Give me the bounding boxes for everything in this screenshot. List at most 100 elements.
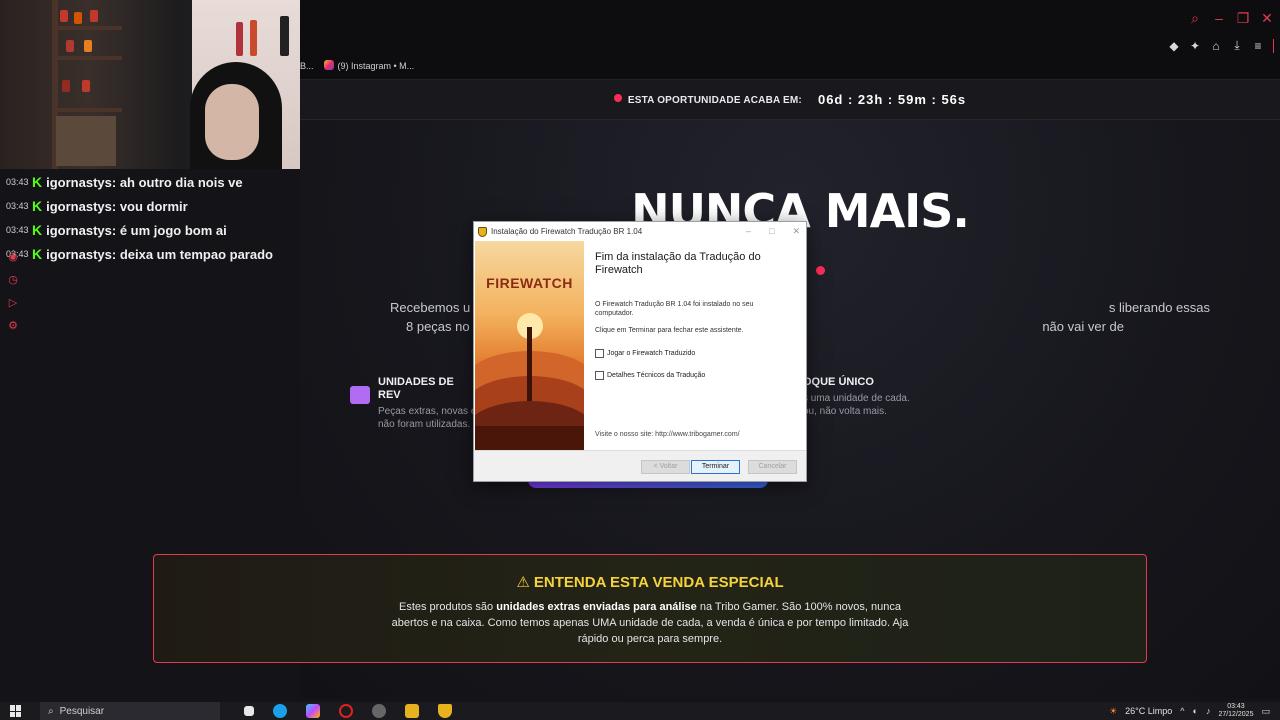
minimize-icon[interactable]: –	[1212, 10, 1226, 27]
chat-time: 03:43	[6, 177, 29, 187]
system-tray: ☀ 26°C Limpo ^ ◐ ♪ 03:43 27/12/2025 ▭	[1109, 702, 1270, 720]
live-dot-icon	[613, 93, 622, 102]
website-link[interactable]: Visite o nosso site: http://www.tribogam…	[595, 431, 740, 438]
tech-details-checkbox[interactable]: Detalhes Técnicos da Tradução	[595, 371, 705, 380]
shelf	[52, 108, 122, 112]
menu-icon[interactable]: ≡	[1252, 39, 1264, 53]
chat-user: igornastys	[46, 246, 112, 262]
chat-user: igornastys	[46, 198, 112, 214]
sidebar-settings-icon[interactable]: ⚙	[8, 319, 18, 332]
feature-text: s uma unidade de cada.	[803, 393, 910, 404]
windows-taskbar: ⌕ Pesquisar ☀ 26°C Limpo ^ ◐ ♪ 03:43 27/…	[0, 702, 1280, 720]
firewatch-artwork: FIREWATCH	[475, 241, 584, 450]
feature-text: não foram utilizadas.	[378, 419, 471, 430]
chrome-icon[interactable]	[372, 704, 386, 718]
countdown-label-text: ESTA OPORTUNIDADE ACABA EM:	[627, 94, 802, 106]
installer-taskbar-icon[interactable]	[438, 704, 452, 718]
kick-badge-icon: K	[32, 246, 43, 262]
checkbox-label: Jogar o Firewatch Traduzido	[607, 350, 696, 357]
tray-chevron-icon[interactable]: ^	[1180, 706, 1184, 716]
installer-shield-icon	[478, 226, 487, 237]
notice-title: ⚠ ENTENDA ESTA VENDA ESPECIAL	[516, 574, 784, 591]
checkbox-box[interactable]	[595, 371, 604, 380]
copilot-icon[interactable]	[306, 704, 320, 718]
box-icon	[350, 386, 370, 404]
toolbar-divider	[1273, 38, 1274, 53]
notifications-icon[interactable]: ▭	[1261, 706, 1270, 717]
hero-sub-left: 8 peças no	[406, 319, 470, 334]
forest-shape	[475, 426, 584, 450]
extensions-icon[interactable]: ✦	[1189, 39, 1201, 53]
feature-text: ou, não volta mais.	[803, 406, 887, 417]
search-icon: ⌕	[48, 705, 54, 717]
close-icon[interactable]: ✕	[1260, 10, 1274, 27]
firewatch-logo: FIREWATCH	[486, 275, 573, 291]
edge-icon[interactable]	[273, 704, 287, 718]
notice-body-bold: unidades extras enviadas para análise	[496, 601, 697, 613]
dialog-window-controls: – □ ✕	[746, 226, 800, 237]
search-icon[interactable]: ⌕	[1188, 10, 1202, 27]
countdown-banner: ESTA OPORTUNIDADE ACABA EM: 06d : 23h : …	[300, 80, 1280, 120]
feature-unique-stock: OQUE ÚNICO s uma unidade de cada. ou, nã…	[803, 376, 943, 418]
chat-text: ah outro dia nois ve	[119, 174, 243, 190]
chat-text: deixa um tempao parado	[119, 246, 273, 262]
shield-extension-icon[interactable]: ◆	[1168, 39, 1180, 53]
windows-start-icon[interactable]	[10, 705, 22, 717]
taskbar-clock[interactable]: 03:43 27/12/2025	[1218, 703, 1253, 719]
instagram-icon	[323, 60, 334, 70]
taskbar-search[interactable]: ⌕ Pesquisar	[40, 702, 220, 720]
lock-icon[interactable]: ⌂	[1210, 39, 1222, 53]
kick-badge-icon: K	[32, 222, 43, 238]
hero-sub-right: s liberando essas	[1108, 300, 1210, 315]
minimize-icon[interactable]: –	[746, 226, 751, 237]
feature-title: OQUE ÚNICO	[803, 376, 874, 388]
chat-message: 03:43 K igornastys: deixa um tempao para…	[6, 246, 273, 262]
chat-text: vou dormir	[119, 198, 188, 214]
figure-toy	[250, 20, 257, 56]
feature-title: UNIDADES DE REV	[378, 376, 454, 401]
figure-toy	[90, 10, 98, 22]
maximize-icon[interactable]: ❐	[1236, 10, 1250, 27]
sidebar-clock-icon[interactable]: ◷	[8, 273, 18, 286]
maximize-icon: □	[769, 226, 775, 236]
cancel-button: Cancelar	[748, 460, 797, 474]
chat-text: é um jogo bom ai	[119, 222, 227, 238]
chat-time: 03:43	[6, 225, 29, 235]
sidebar-record-icon[interactable]: ◉	[8, 250, 18, 263]
bookmark-item[interactable]: B...	[300, 61, 314, 71]
webcam-overlay	[0, 0, 300, 169]
figure-toy	[280, 16, 289, 56]
shelf	[52, 56, 122, 60]
notice-body-pre: Estes produtos são	[398, 601, 497, 613]
sidebar-play-icon[interactable]: ▷	[9, 296, 17, 309]
countdown-label: ESTA OPORTUNIDADE ACABA EM:	[613, 93, 802, 106]
chat-user: igornastys	[46, 174, 112, 190]
back-button: < Voltar	[641, 460, 690, 474]
shelf	[52, 26, 122, 30]
bookmark-label: (9) Instagram • M...	[337, 61, 415, 71]
figure-toy	[62, 80, 70, 92]
bookmark-instagram[interactable]: (9) Instagram • M...	[323, 60, 415, 71]
chat-user: igornastys	[46, 222, 112, 238]
volume-icon[interactable]: ♪	[1206, 706, 1211, 716]
play-game-checkbox[interactable]: Jogar o Firewatch Traduzido	[595, 349, 695, 358]
chat-overlay: 03:43 K igornastys: ah outro dia nois ve…	[6, 170, 306, 266]
browser-chrome: ⌕ – ❐ ✕ ◆ ✦ ⌂ ⤓ ≡ B... (9) Instagram • M…	[300, 0, 1280, 80]
installed-text: O Firewatch Tradução BR 1.04 foi instala…	[595, 301, 754, 317]
network-icon[interactable]: ◐	[1193, 706, 1198, 716]
clock-time: 03:43	[1227, 703, 1245, 710]
installer-dialog: Instalação do Firewatch Tradução BR 1.04…	[473, 221, 807, 482]
watchtower-shape	[527, 327, 532, 407]
weather-text[interactable]: 26°C Limpo	[1125, 706, 1172, 716]
figure-toy	[66, 40, 74, 52]
chat-message: 03:43 K igornastys: ah outro dia nois ve	[6, 174, 243, 190]
file-explorer-icon[interactable]	[405, 704, 419, 718]
checkbox-box[interactable]	[595, 349, 604, 358]
finish-button[interactable]: Terminar	[691, 460, 740, 474]
download-icon[interactable]: ⤓	[1231, 38, 1243, 53]
task-view-icon[interactable]	[244, 706, 254, 716]
opera-icon[interactable]	[339, 704, 353, 718]
figure-toy	[74, 12, 82, 24]
dialog-titlebar: Instalação do Firewatch Tradução BR 1.04…	[474, 222, 806, 241]
hero-sub-right: não vai ver de	[1042, 319, 1124, 334]
